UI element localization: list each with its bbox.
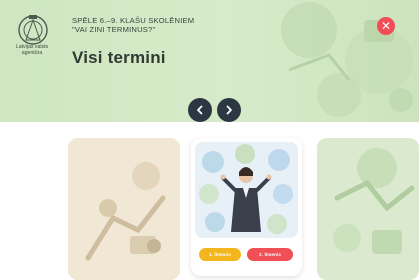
agency-name: Latvijas valsts agentūra — [15, 44, 49, 57]
chevron-left-icon — [197, 105, 203, 115]
card-illustration — [68, 138, 180, 280]
close-icon: ✕ — [380, 19, 392, 33]
level-2-button[interactable]: 2. līmenis — [247, 248, 293, 261]
page-title: Visi termini — [72, 48, 166, 67]
game-subtitle-line1: SPĒLE 6.–9. KLAŠU SKOLĒNIEM — [72, 16, 195, 25]
prev-button[interactable] — [188, 98, 212, 122]
chevron-right-icon — [226, 105, 232, 115]
term-card-next[interactable] — [317, 138, 419, 280]
game-subtitle-line2: "VAI ZINI TERMINUS?" — [72, 25, 156, 35]
level-1-button[interactable]: 1. līmenis — [199, 248, 241, 261]
term-card-current[interactable]: 1. līmenis 2. līmenis — [191, 138, 302, 276]
close-button[interactable]: ✕ — [377, 17, 395, 35]
decorative-illustration — [281, 2, 413, 117]
card-illustration — [317, 138, 419, 280]
professions-illustration — [195, 142, 298, 238]
term-card-previous[interactable] — [68, 138, 180, 280]
card-illustration — [195, 142, 298, 238]
game-subtitle: SPĒLE 6.–9. KLAŠU SKOLĒNIEM "VAI ZINI TE… — [72, 16, 232, 34]
next-button[interactable] — [217, 98, 241, 122]
